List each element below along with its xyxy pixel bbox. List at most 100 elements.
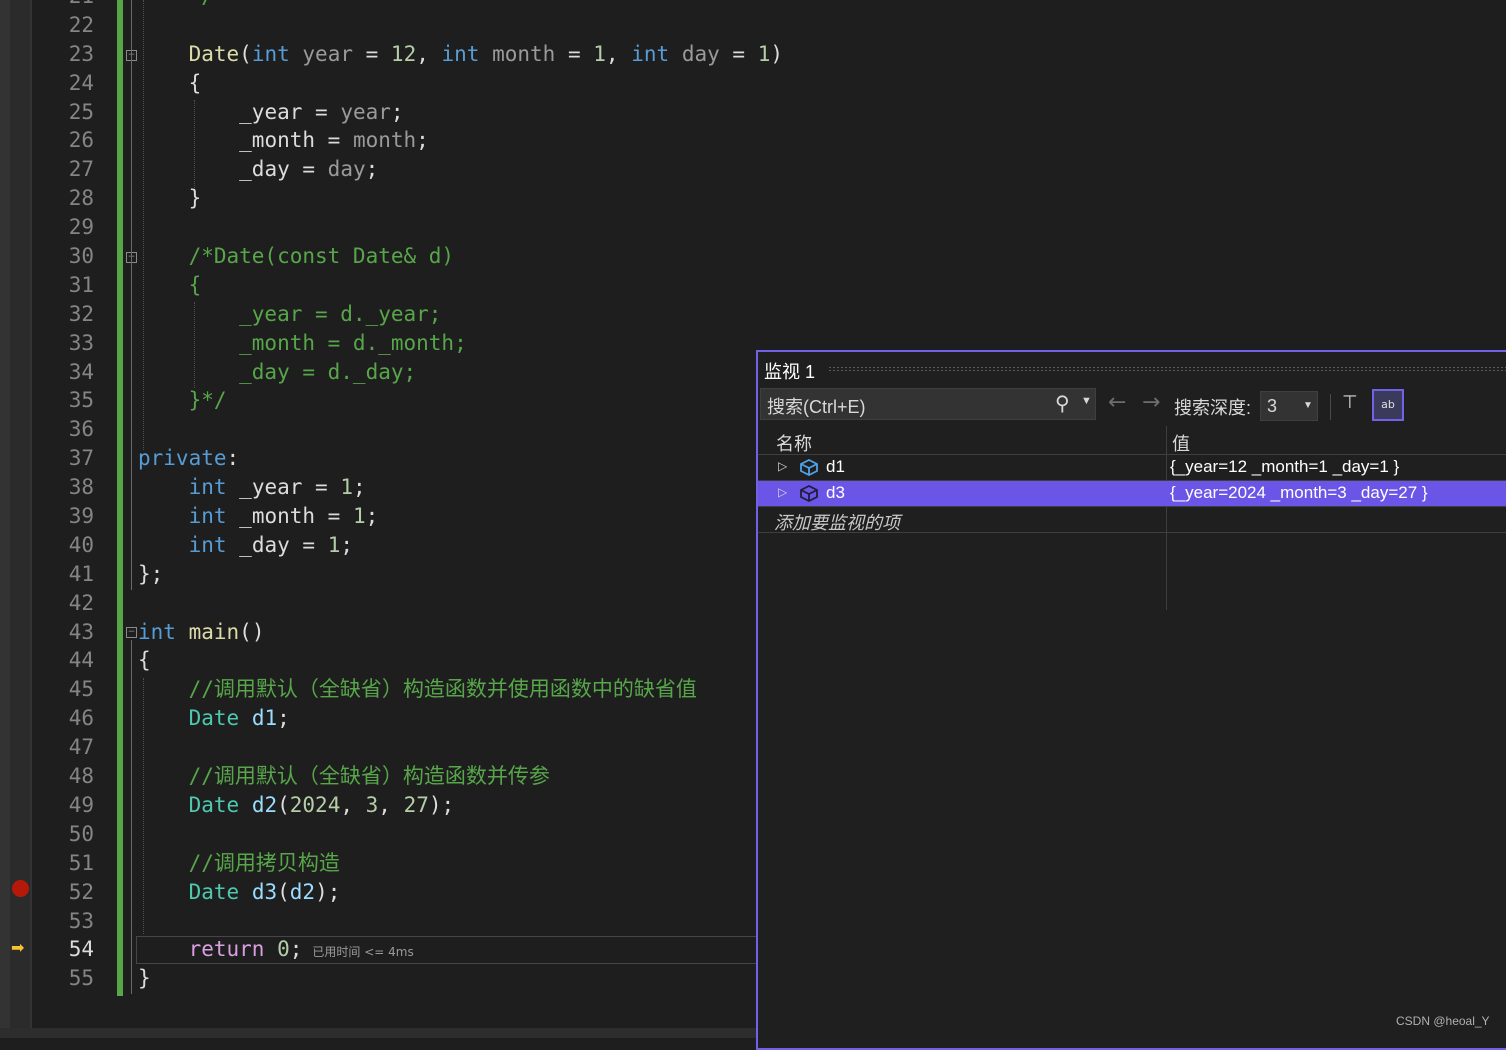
code-line: {: [138, 272, 202, 297]
change-tracking-bar: [117, 0, 123, 996]
code-line: //调用默认（全缺省）构造函数并传参: [138, 762, 758, 791]
watch-add-row[interactable]: 添加要监视的项: [758, 507, 1506, 533]
line-number: 28: [68, 186, 94, 211]
line-number: 22: [68, 12, 94, 37]
code-line: Date d3(d2);: [188, 879, 341, 904]
line-number: 48: [68, 764, 94, 789]
code-line: _day = d._day;: [138, 359, 417, 384]
code-line: _year = d._year;: [138, 301, 442, 326]
line-number: 21: [32, 0, 96, 11]
code-line: int main(): [138, 619, 265, 644]
fold-guide: [131, 0, 132, 590]
code-comment: //调用默认（全缺省）构造函数并使用函数中的缺省值: [188, 677, 697, 702]
object-icon: [800, 484, 818, 503]
code-line: /*Date(const Date& d): [138, 244, 455, 269]
chevron-down-icon[interactable]: ▼: [1081, 395, 1092, 407]
elapsed-time-hint[interactable]: 已用时间 <= 4ms: [312, 945, 413, 959]
object-icon: [800, 458, 818, 477]
line-number: 46: [68, 706, 94, 731]
line-number: 51: [68, 850, 94, 875]
line-number: 35: [68, 388, 94, 413]
grid-header: 名称 值: [758, 426, 1506, 455]
pin-icon[interactable]: ⊤: [1342, 392, 1364, 418]
watch-row-name: d3: [826, 483, 845, 502]
watch-grid: 名称 值 ▷ d1 {_year=12 _month=1 _day=1 } ▷ …: [758, 426, 1506, 610]
code-line: int _month = 1;: [188, 504, 379, 529]
line-number: 44: [68, 648, 94, 673]
expand-arrow-icon[interactable]: ▷: [778, 485, 787, 499]
line-number: 47: [68, 735, 94, 760]
line-number: 36: [68, 417, 94, 442]
line-number: 45: [68, 677, 94, 702]
watch-row-value[interactable]: {_year=12 _month=1 _day=1 }: [1170, 457, 1399, 477]
code-line: Date d1;: [188, 706, 290, 731]
search-placeholder: 搜索(Ctrl+E): [767, 397, 866, 417]
watch-window[interactable]: 监视 1 搜索(Ctrl+E) ⚲ ▼ ← → 搜索深度: 3 ▼ ⊤ ab 名…: [756, 350, 1506, 1050]
line-number: 37: [68, 446, 94, 471]
line-number: 34: [68, 359, 94, 384]
code-line: Date(int year = 12, int month = 1, int d…: [188, 41, 783, 66]
code-line: };: [138, 561, 164, 586]
search-previous-button[interactable]: ←: [1108, 390, 1126, 415]
line-number: 49: [68, 792, 94, 817]
title-grip[interactable]: [828, 366, 1506, 372]
line-number: 26: [68, 128, 94, 153]
code-line: private:: [138, 446, 240, 471]
line-number: 42: [68, 590, 94, 615]
breakpoint-icon[interactable]: [12, 880, 29, 897]
code-line: }*/: [138, 388, 227, 413]
line-number: 31: [68, 272, 94, 297]
watch-row-name: d1: [826, 457, 845, 476]
code-line: //调用拷贝构造: [138, 849, 758, 878]
add-watch-item[interactable]: 添加要监视的项: [774, 509, 900, 535]
watch-row[interactable]: ▷ d1 {_year=12 _month=1 _day=1 }: [758, 455, 1506, 481]
status-bar: [0, 1028, 756, 1038]
search-icon[interactable]: ⚲: [1055, 391, 1070, 416]
watermark: CSDN @heoal_Y: [1396, 1014, 1490, 1028]
code-comment: //调用拷贝构造: [188, 850, 340, 875]
line-number: 52: [68, 879, 94, 904]
watch-row-value[interactable]: {_year=2024 _month=3 _day=27 }: [1170, 483, 1428, 503]
line-number: 43: [68, 619, 94, 644]
watch-search-input[interactable]: 搜索(Ctrl+E) ⚲ ▼: [760, 388, 1096, 420]
expand-arrow-icon[interactable]: ▷: [778, 459, 787, 473]
code-line: _month = month;: [239, 128, 429, 153]
code-line: {: [138, 70, 202, 95]
search-next-button[interactable]: →: [1142, 390, 1160, 415]
line-numbers: 21 22 23 24 25 26 27 28 29 30 31 32 33 3…: [32, 0, 96, 993]
code-line: _day = day;: [239, 157, 379, 182]
code-line: int _day = 1;: [188, 532, 353, 557]
code-line: _year = year;: [239, 99, 404, 124]
glyph-strip: [10, 0, 30, 1030]
line-number: 41: [68, 561, 94, 586]
code-line: int _year = 1;: [188, 475, 366, 500]
column-header-value[interactable]: 值: [1172, 430, 1190, 456]
line-number: 50: [68, 821, 94, 846]
code-comment: //调用默认（全缺省）构造函数并传参: [188, 764, 550, 789]
search-depth-value: 3: [1267, 396, 1278, 416]
fold-collapse-icon[interactable]: −: [126, 627, 137, 638]
line-number: 25: [68, 99, 94, 124]
hex-display-toggle[interactable]: ab: [1372, 389, 1404, 421]
fold-guide: [131, 640, 132, 994]
line-number: 53: [68, 908, 94, 933]
code-line: //调用默认（全缺省）构造函数并使用函数中的缺省值: [138, 675, 758, 704]
line-number: 24: [68, 70, 94, 95]
column-header-name[interactable]: 名称: [776, 430, 812, 456]
glyph-margin[interactable]: [0, 0, 32, 1030]
line-number: 32: [68, 301, 94, 326]
line-number: 33: [68, 330, 94, 355]
watch-title[interactable]: 监视 1: [764, 358, 815, 384]
execution-pointer-icon: ➡: [11, 938, 25, 957]
code-line: */: [138, 0, 758, 11]
code-editor[interactable]: */ Date(int year = 12, int month = 1, in…: [138, 0, 783, 993]
line-number: 40: [68, 532, 94, 557]
watch-row-selected[interactable]: ▷ d3 {_year=2024 _month=3 _day=27 }: [758, 481, 1506, 507]
chevron-down-icon: ▼: [1303, 400, 1313, 411]
search-depth-select[interactable]: 3 ▼: [1260, 391, 1318, 421]
